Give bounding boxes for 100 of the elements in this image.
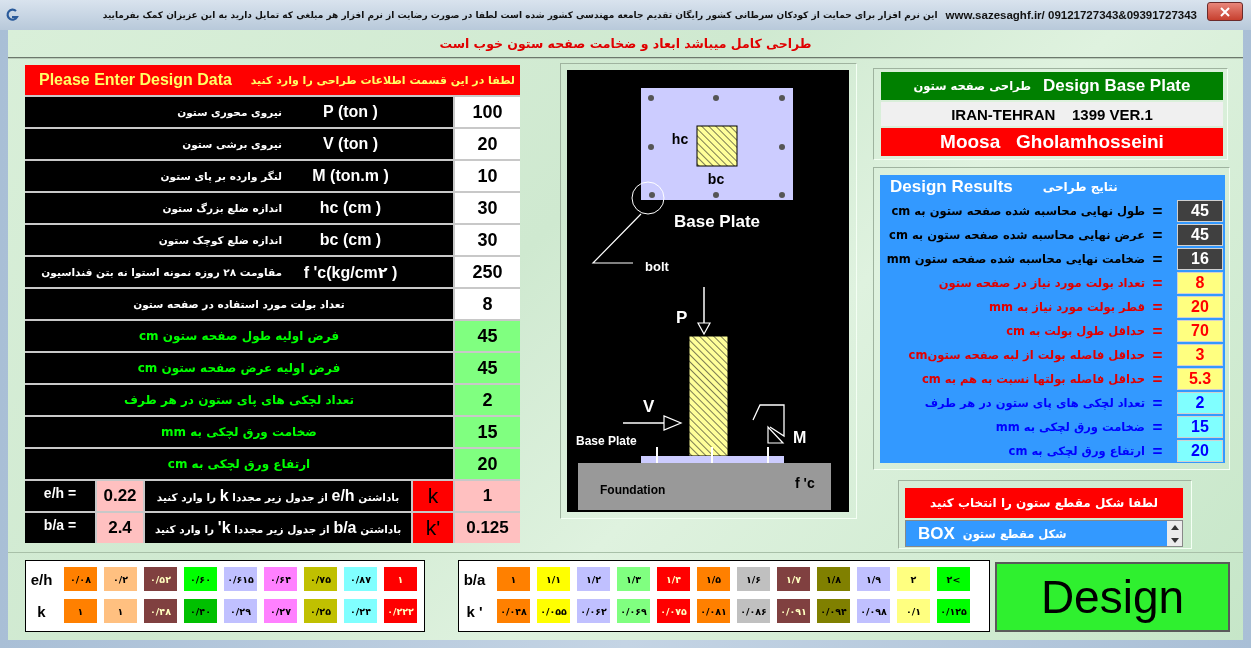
table-cell: ۰/۰۹۱ [777,599,810,623]
equals-sign: = [1152,250,1163,268]
section-prompt: لطفا شکل مقطع ستون را انتخاب کنید [905,488,1183,518]
parameter-label: نیروی برشی ستون [182,138,282,150]
bolt-icon [779,192,785,198]
table-cell: ۰/۰۸۱ [697,599,730,623]
result-value: 2 [1177,392,1223,414]
table-cell: ۱/۱ [537,567,570,591]
result-value: 20 [1177,440,1223,462]
table-cell: ۰/۶۴ [264,567,297,591]
scroll-down-icon[interactable] [1170,538,1179,543]
bolt-icon [648,95,654,101]
design-button[interactable]: Design [995,562,1230,632]
results-title: Design Results [890,177,1013,197]
equals-sign: = [1152,322,1163,340]
status-message: طراحی کامل میباشد ابعاد و ضخامت صفحه ستون خوب است [439,36,812,51]
value-field[interactable]: 20 [455,129,520,159]
table-cell: ۰/۰۶۲ [577,599,610,623]
equals-sign: = [1152,418,1163,436]
table-cell: ۱/۵ [697,567,730,591]
result-label: عرض نهایی محاسبه شده صفحه ستون به cm [888,228,1145,242]
table-cell: ۰/۴۸ [144,599,177,623]
result-label: طول نهایی محاسبه شده صفحه ستون به cm [890,204,1145,218]
parameter-symbol: P (ton ) [323,103,378,121]
table-cell: ۱/۷ [777,567,810,591]
table-row-label: k [36,602,47,620]
parameter-label: مقاومت ۲۸ روزه نمونه استوا نه بتن فنداسیون [41,266,282,278]
value-field[interactable]: 2 [455,385,520,415]
ratio-value: 0.22 [97,481,143,511]
table-cell: ۰/۲ [104,567,137,591]
table-cell: ۱ [384,567,417,591]
parameter-label: اندازه ضلع بزرگ ستون [162,202,282,214]
coefficient-label: k' [413,513,453,543]
parameter-label: نیروی محوری ستون [177,106,282,118]
app-icon[interactable] [5,8,19,22]
parameter-symbol: f 'c(kg/cm۲ ) [303,262,398,282]
table-row-label: e/h [29,570,54,588]
window-title: این نرم افزار برای حمایت از کودکان سرطانی کشور رایگان تقدیم جامعه مهندسی کشور شده است لطفا در صورت رضایت از نرم افزار هر مبلغی که تمایل دارید به این عزیزان کمک بفرمایید [102,9,938,22]
parameter-label: ضخامت ورق لچکی به mm [161,425,317,439]
value-field[interactable]: 45 [455,321,520,351]
value-field[interactable]: 10 [455,161,520,191]
table-cell: ۲< [937,567,970,591]
table-cell: ۱ [104,599,137,623]
table-cell: ۰/۵۲ [144,567,177,591]
panel-title: Please Enter Design Data [39,71,232,89]
result-label: قطر بولت مورد نیاز به mm [988,300,1145,314]
parameter-label: اندازه ضلع کوچک ستون [158,234,282,246]
parameter-label: لنگر وارده بر پای ستون [160,170,282,182]
coefficient-field[interactable]: 0.125 [455,513,520,543]
table-cell: ۰/۰۷۵ [657,599,690,623]
table-cell: ۰/۰۹۸ [857,599,890,623]
parameter-label: تعداد لچکی های پای ستون در هر طرف [124,393,354,407]
result-label: حداقل فاصله بولت از لبه صفحه ستونcm [907,348,1145,362]
highlight-circle [631,181,665,215]
axial-load-arrow [697,286,711,336]
equals-sign: = [1152,274,1163,292]
coefficient-field[interactable]: 1 [455,481,520,511]
result-value: 15 [1177,416,1223,438]
result-value: 45 [1177,224,1223,246]
value-field[interactable]: 20 [455,449,520,479]
program-title-persian: طراحی صفحه ستون [913,79,1032,93]
scrollbar[interactable] [1167,521,1182,546]
value-field[interactable]: 100 [455,97,520,127]
table-cell: ۲ [897,567,930,591]
bolt-icon [649,192,655,198]
table-cell: ۰/۱۲۵ [937,599,970,623]
table-cell: ۰/۰۵۵ [537,599,570,623]
table-cell: ۰/۰۸ [64,567,97,591]
table-cell: ۱/۸ [817,567,850,591]
dimension-label: bc [707,171,725,187]
result-value: 20 [1177,296,1223,318]
plate-label: Base Plate [576,434,637,448]
result-label: تعداد لچکی های پای ستون در هر طرف [923,396,1145,410]
table-cell: ۱/۴ [657,567,690,591]
value-field[interactable]: 30 [455,193,520,223]
moment-label: M [793,429,807,446]
load-label: V [643,397,655,416]
table-cell: ۰/۶۱۵ [224,567,257,591]
bolt-icon [779,95,785,101]
table-cell: ۰/۲۴ [344,599,377,623]
equals-sign: = [1152,298,1163,316]
results-subtitle: نتایج طراحی [1042,180,1118,194]
close-button[interactable] [1207,2,1243,21]
author-label: Moosa Gholamhosseini [881,128,1223,156]
leader-line [591,213,642,264]
moment-arrow [752,404,785,444]
load-label: P [676,308,688,327]
value-field[interactable]: 30 [455,225,520,255]
result-label: تعداد بولت مورد نیاز در صفحه ستون [937,276,1145,290]
value-field[interactable]: 45 [455,353,520,383]
table-cell: ۰/۰۸۶ [737,599,770,623]
parameter-symbol: V (ton ) [322,135,379,153]
table-cell: ۱/۲ [577,567,610,591]
table-cell: ۱/۹ [857,567,890,591]
value-field[interactable]: 15 [455,417,520,447]
value-field[interactable]: 250 [455,257,520,287]
scroll-up-icon[interactable] [1170,525,1179,530]
table-cell: ۱ [497,567,530,591]
value-field[interactable]: 8 [455,289,520,319]
version-label: IRAN-TEHRAN 1399 VER.1 [881,102,1223,126]
